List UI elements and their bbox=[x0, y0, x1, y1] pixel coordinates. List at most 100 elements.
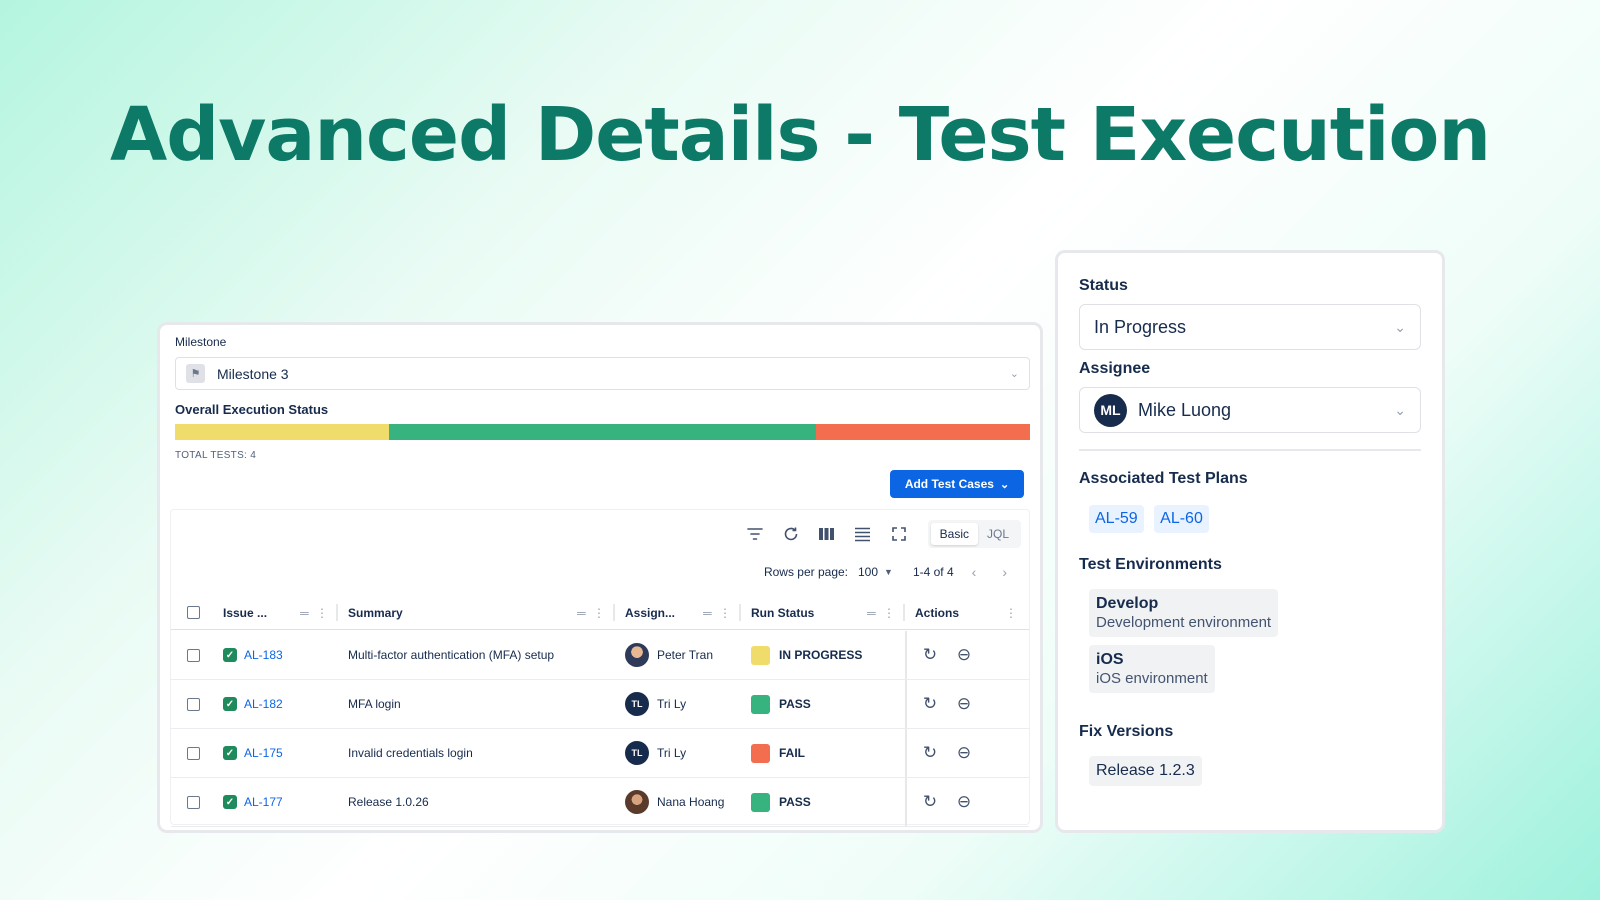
progress-segment-pass bbox=[388, 424, 817, 440]
environment-name: iOS bbox=[1096, 651, 1124, 668]
environment-chip[interactable]: Develop Development environment bbox=[1089, 589, 1279, 637]
remove-icon[interactable]: ⊖ bbox=[955, 694, 973, 714]
refresh-icon[interactable] bbox=[780, 523, 802, 545]
milestone-select[interactable]: ⚑ Milestone 3 ⌄ bbox=[175, 357, 1030, 390]
test-environments-list: Develop Development environment iOS iOS … bbox=[1089, 589, 1421, 701]
column-drag-icon[interactable]: ═ ⋮ bbox=[867, 606, 897, 620]
total-tests: TOTAL TESTS: 4 bbox=[175, 450, 257, 461]
progress-segment-in-progress bbox=[175, 424, 389, 440]
avatar: TL bbox=[625, 741, 649, 765]
chevron-down-icon: ⌄ bbox=[1394, 318, 1406, 335]
rows-per-page-value: 100 bbox=[858, 565, 879, 579]
test-execution-panel: Milestone ⚑ Milestone 3 ⌄ Overall Execut… bbox=[157, 322, 1043, 833]
column-issue-label: Issue ... bbox=[223, 605, 268, 620]
environment-chip[interactable]: iOS iOS environment bbox=[1089, 645, 1215, 693]
assignee-select[interactable]: ML Mike Luong ⌄ bbox=[1079, 387, 1421, 433]
row-checkbox[interactable] bbox=[186, 746, 200, 760]
table-row[interactable]: ✓ AL-182 MFA login TL Tri Ly PASS ↻ ⊖ bbox=[171, 680, 1029, 729]
page-title: Advanced Details - Test Execution bbox=[109, 92, 1491, 178]
rerun-icon[interactable]: ↻ bbox=[921, 743, 939, 763]
rows-per-page-label: Rows per page: bbox=[763, 565, 848, 579]
remove-icon[interactable]: ⊖ bbox=[955, 792, 973, 812]
filter-icon[interactable] bbox=[744, 523, 766, 545]
chevron-down-icon: ⌄ bbox=[1394, 401, 1406, 418]
environment-description: Development environment bbox=[1096, 614, 1272, 631]
assignee-name: Peter Tran bbox=[657, 648, 714, 662]
rerun-icon[interactable]: ↻ bbox=[921, 645, 939, 665]
status-color-swatch bbox=[751, 792, 770, 812]
avatar bbox=[625, 643, 649, 667]
rows-per-page-select[interactable]: 100 ▼ bbox=[858, 565, 893, 579]
test-plan-link[interactable]: AL-60 bbox=[1154, 505, 1209, 533]
run-status-select[interactable]: PASS bbox=[741, 778, 905, 826]
test-plan-link[interactable]: AL-59 bbox=[1089, 505, 1144, 533]
column-run-status[interactable]: Run Status ═ ⋮ bbox=[741, 596, 905, 629]
chevron-down-icon: ⌄ bbox=[1009, 368, 1019, 380]
rerun-icon[interactable]: ↻ bbox=[921, 792, 939, 812]
environment-description: iOS environment bbox=[1096, 670, 1208, 687]
avatar: TL bbox=[625, 692, 649, 716]
mode-jql[interactable]: JQL bbox=[978, 523, 1018, 545]
column-issue[interactable]: Issue ... ═ ⋮ bbox=[215, 596, 338, 629]
run-status-value: PASS bbox=[779, 795, 811, 809]
test-issue-icon: ✓ bbox=[223, 795, 237, 809]
columns-icon[interactable] bbox=[816, 523, 838, 545]
row-checkbox[interactable] bbox=[186, 697, 200, 711]
remove-icon[interactable]: ⊖ bbox=[955, 743, 973, 763]
status-select[interactable]: In Progress ⌄ bbox=[1079, 304, 1421, 350]
rerun-icon[interactable]: ↻ bbox=[921, 694, 939, 714]
column-drag-icon[interactable]: ═ ⋮ bbox=[703, 606, 733, 620]
column-run-status-label: Run Status bbox=[751, 605, 815, 620]
status-color-swatch bbox=[751, 645, 770, 665]
column-actions-label: Actions bbox=[915, 605, 960, 620]
execution-status-label: Overall Execution Status bbox=[175, 402, 329, 417]
issue-key-link[interactable]: AL-183 bbox=[244, 648, 283, 662]
issue-key-link[interactable]: AL-177 bbox=[244, 795, 283, 809]
assignee-value: Mike Luong bbox=[1138, 399, 1232, 420]
column-actions: Actions ⋮ bbox=[905, 596, 1027, 629]
table-row[interactable]: ✓ AL-177 Release 1.0.26 Nana Hoang PASS … bbox=[171, 778, 1029, 827]
status-color-swatch bbox=[751, 743, 770, 763]
test-issue-icon: ✓ bbox=[223, 648, 237, 662]
issue-key-link[interactable]: AL-175 bbox=[244, 746, 283, 760]
run-status-value: FAIL bbox=[779, 746, 805, 760]
column-summary[interactable]: Summary ═ ⋮ bbox=[338, 596, 615, 629]
caret-down-icon: ▼ bbox=[884, 567, 893, 577]
test-cases-table: Basic JQL Rows per page: 100 ▼ 1-4 of 4 … bbox=[170, 509, 1030, 827]
add-test-cases-button[interactable]: Add Test Cases ⌄ bbox=[890, 470, 1024, 498]
divider bbox=[1079, 449, 1421, 451]
chevron-right-icon[interactable]: › bbox=[994, 564, 1015, 580]
run-status-select[interactable]: IN PROGRESS bbox=[741, 631, 905, 679]
fullscreen-icon[interactable] bbox=[888, 523, 910, 545]
test-plans-list: AL-59 AL-60 bbox=[1089, 505, 1421, 533]
chevron-left-icon[interactable]: ‹ bbox=[964, 564, 985, 580]
row-checkbox[interactable] bbox=[186, 648, 200, 662]
column-menu-icon[interactable]: ⋮ bbox=[1005, 606, 1019, 620]
issue-summary: MFA login bbox=[348, 697, 401, 711]
milestone-value: Milestone 3 bbox=[217, 365, 289, 382]
issue-summary: Invalid credentials login bbox=[348, 746, 473, 760]
run-status-select[interactable]: PASS bbox=[741, 680, 905, 728]
progress-segment-fail bbox=[816, 424, 1030, 440]
issue-summary: Multi-factor authentication (MFA) setup bbox=[348, 648, 555, 662]
table-toolbar: Basic JQL bbox=[744, 520, 1021, 548]
assignee-name: Tri Ly bbox=[657, 697, 687, 711]
table-row[interactable]: ✓ AL-175 Invalid credentials login TL Tr… bbox=[171, 729, 1029, 778]
select-all-checkbox[interactable] bbox=[186, 606, 200, 619]
avatar: ML bbox=[1094, 393, 1127, 427]
test-plans-label: Associated Test Plans bbox=[1079, 470, 1248, 487]
chevron-down-icon: ⌄ bbox=[999, 478, 1010, 491]
avatar bbox=[625, 790, 649, 814]
density-icon[interactable] bbox=[852, 523, 874, 545]
column-drag-icon[interactable]: ═ ⋮ bbox=[577, 606, 607, 620]
issue-key-link[interactable]: AL-182 bbox=[244, 697, 283, 711]
column-assignee[interactable]: Assign... ═ ⋮ bbox=[615, 596, 741, 629]
column-drag-icon[interactable]: ═ ⋮ bbox=[300, 606, 330, 620]
table-header: Issue ... ═ ⋮ Summary ═ ⋮ Assign... ═ ⋮ … bbox=[171, 596, 1029, 630]
run-status-select[interactable]: FAIL bbox=[741, 729, 905, 777]
fix-version-chip[interactable]: Release 1.2.3 bbox=[1089, 756, 1202, 786]
table-row[interactable]: ✓ AL-183 Multi-factor authentication (MF… bbox=[171, 631, 1029, 680]
mode-basic[interactable]: Basic bbox=[930, 523, 978, 545]
remove-icon[interactable]: ⊖ bbox=[955, 645, 973, 665]
row-checkbox[interactable] bbox=[186, 795, 200, 809]
